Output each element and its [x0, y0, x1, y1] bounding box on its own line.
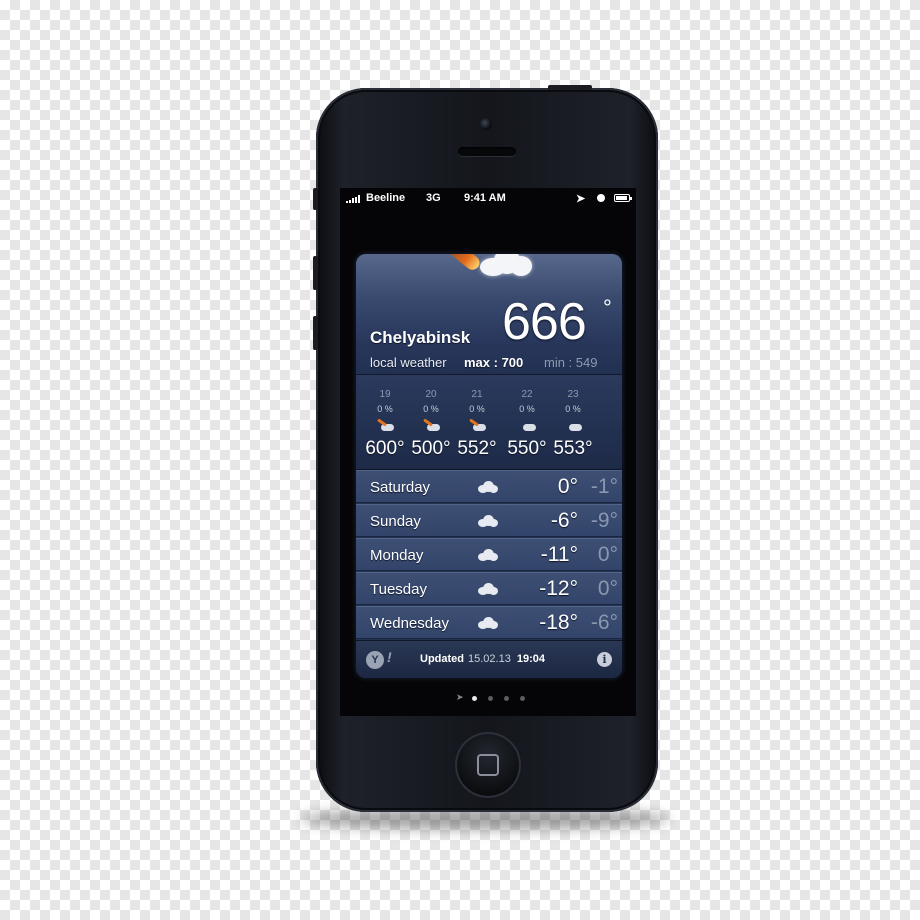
cloud-icon [478, 515, 498, 528]
hour-label: 22 [521, 389, 533, 400]
cloud-icon [478, 481, 498, 494]
yahoo-logo-icon[interactable]: Y [366, 651, 384, 669]
day-row: Monday -11° 0° [356, 538, 622, 571]
updated-date: 15.02.13 [468, 653, 511, 665]
hour-label: 23 [567, 389, 579, 400]
updated-label: Updated [420, 653, 464, 665]
info-icon[interactable]: i [597, 652, 612, 667]
home-square-icon [477, 754, 499, 776]
day-row: Sunday -6° -9° [356, 504, 622, 537]
page-indicator[interactable]: ➤ [456, 692, 536, 704]
mute-switch[interactable] [313, 188, 318, 210]
location-page-icon: ➤ [456, 692, 464, 702]
front-camera-icon [480, 118, 492, 130]
day-row: Wednesday -18° -6° [356, 606, 622, 639]
day-low-temp: 0° [597, 577, 618, 600]
updated-status: Updated 15.02.13 19:04 [420, 653, 545, 665]
power-button[interactable] [548, 85, 592, 90]
cloud-icon [478, 583, 498, 596]
day-low-temp: 0° [597, 543, 618, 566]
hour-label: 20 [425, 389, 437, 400]
day-row: Saturday 0° -1° [356, 470, 622, 503]
hourly-item: 21 0 % 552° [452, 375, 502, 469]
status-time: 9:41 AM [464, 192, 506, 204]
day-high-temp: -12° [539, 577, 578, 600]
daily-forecast: Saturday 0° -1° Sunday -6° -9° Monday -1… [356, 470, 622, 640]
hour-label: 19 [379, 389, 391, 400]
day-name: Tuesday [370, 581, 427, 598]
day-row: Tuesday -12° 0° [356, 572, 622, 605]
max-temperature: max : 700 [464, 355, 524, 370]
carrier-name: Beeline [366, 192, 406, 204]
cloud-icon [565, 419, 583, 433]
day-name: Sunday [370, 513, 421, 530]
day-low-temp: -1° [590, 475, 618, 498]
day-low-temp: -6° [590, 611, 618, 634]
location-icon: ➤ [576, 193, 586, 205]
meteor-cloud-icon [377, 418, 395, 433]
precip-chance: 0 % [377, 404, 393, 414]
screen: Beeline 3G 9:41 AM ➤ Chelyabinsk 666 ° l… [340, 188, 636, 716]
day-high-temp: -6° [550, 509, 578, 532]
alarm-icon [597, 194, 605, 202]
status-bar: Beeline 3G 9:41 AM ➤ [340, 188, 636, 210]
meteor-cloud-icon [469, 418, 487, 433]
day-high-temp: 0° [557, 475, 578, 498]
volume-up-button[interactable] [313, 256, 318, 290]
cloud-icon [474, 254, 536, 280]
hourly-forecast[interactable]: 19 0 % 600° 20 0 % 500° 21 0 % 552° 22 0… [356, 375, 622, 470]
iphone-device: Beeline 3G 9:41 AM ➤ Chelyabinsk 666 ° l… [313, 85, 658, 812]
cloud-icon [519, 419, 537, 433]
page-dot[interactable] [520, 696, 525, 701]
day-name: Monday [370, 547, 424, 564]
meteor-icon [401, 254, 483, 273]
min-temperature: min : 549 [544, 355, 598, 370]
weather-subtitle: local weather [370, 355, 447, 370]
widget-footer: Y ! Updated 15.02.13 19:04 i [356, 640, 622, 678]
current-temperature: 666 [502, 293, 587, 351]
battery-icon [614, 194, 632, 202]
day-name: Wednesday [370, 615, 449, 632]
hour-temperature: 553° [553, 438, 593, 459]
day-name: Saturday [370, 479, 431, 496]
meteor-cloud-icon [423, 418, 441, 433]
weather-widget[interactable]: Chelyabinsk 666 ° local weather max : 70… [356, 254, 622, 678]
network-type: 3G [426, 192, 441, 204]
page-dot[interactable] [488, 696, 493, 701]
earpiece-speaker [458, 147, 516, 156]
hour-label: 21 [471, 389, 483, 400]
yahoo-logo-bang: ! [387, 649, 392, 665]
precip-chance: 0 % [565, 404, 581, 414]
cloud-icon [478, 617, 498, 630]
day-high-temp: -18° [539, 611, 578, 634]
city-name: Chelyabinsk [370, 328, 471, 347]
cloud-icon [478, 549, 498, 562]
page-dot[interactable] [504, 696, 509, 701]
updated-time: 19:04 [516, 653, 545, 665]
day-high-temp: -11° [540, 543, 578, 566]
home-button[interactable] [455, 732, 521, 798]
day-low-temp: -9° [590, 509, 618, 532]
current-conditions: Chelyabinsk 666 ° local weather max : 70… [356, 254, 622, 375]
page-dot[interactable] [472, 696, 477, 701]
precip-chance: 0 % [423, 404, 439, 414]
precip-chance: 0 % [469, 404, 485, 414]
volume-down-button[interactable] [313, 316, 318, 350]
degree-symbol: ° [603, 295, 612, 320]
precip-chance: 0 % [519, 404, 535, 414]
signal-icon [346, 195, 363, 203]
hourly-item: 23 0 % 553° [548, 375, 598, 469]
